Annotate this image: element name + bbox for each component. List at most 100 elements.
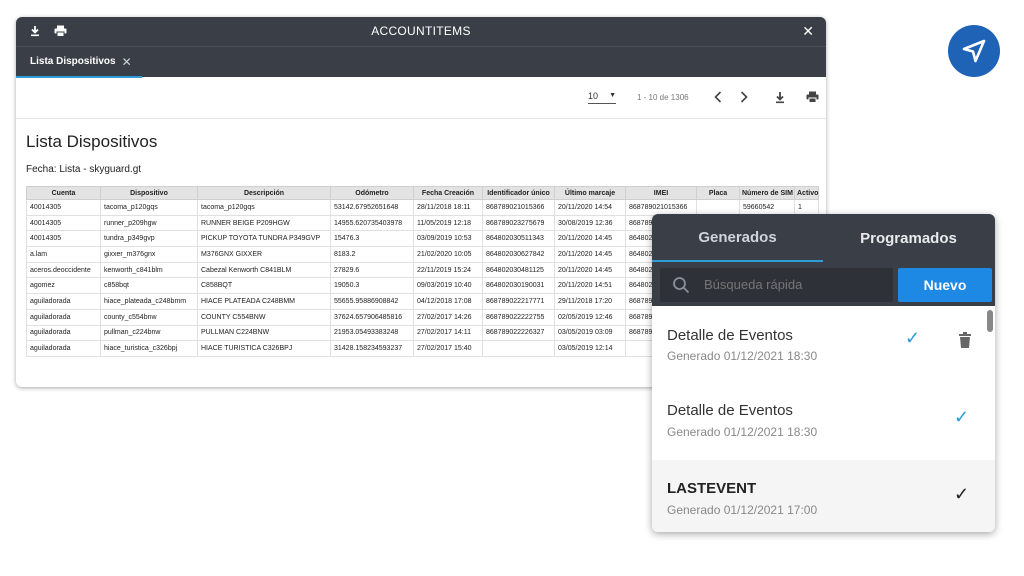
table-cell: 27/02/2017 14:26 (413, 308, 483, 326)
tab-bar: Lista Dispositivos ✕ (16, 46, 826, 78)
table-cell (482, 340, 555, 357)
window-title: ACCOUNTITEMS (371, 24, 471, 38)
search-input[interactable] (704, 277, 884, 292)
table-cell: PICKUP TOYOTA TUNDRA P349GVP (197, 230, 331, 248)
previous-page-icon[interactable] (711, 89, 725, 105)
table-cell: aguiladorada (26, 340, 101, 357)
table-cell: 03/05/2019 03:09 (554, 324, 626, 342)
table-cell: HIACE TURISTICA C326BPJ (197, 340, 331, 357)
table-cell: 09/03/2019 10:40 (413, 277, 483, 295)
reports-panel: Generados Programados Nuevo Detalle de E… (652, 214, 995, 532)
table-cell: tacoma_p120gqs (100, 199, 198, 216)
list-item[interactable]: Detalle de Eventos Generado 01/12/2021 1… (652, 383, 995, 460)
table-cell: 868789022226327 (482, 324, 555, 342)
page-size-select[interactable]: 10 ▼ (588, 91, 616, 104)
table-cell: c858bqt (100, 277, 198, 295)
table-cell: 20/11/2020 14:45 (554, 246, 626, 263)
table-row: 40014305 tacoma_p120gqs tacoma_p120gqs 5314… (26, 199, 819, 216)
table-cell: 20/11/2020 14:54 (554, 199, 626, 216)
report-generated: Generado 01/12/2021 18:30 (667, 425, 818, 439)
column-header: Número de SIM (739, 186, 795, 200)
table-cell: 29/11/2018 17:20 (554, 293, 626, 310)
table-cell: 868789023275679 (482, 214, 555, 232)
table-cell: 40014305 (26, 214, 101, 232)
tab-lista-dispositivos[interactable]: Lista Dispositivos ✕ (16, 47, 142, 78)
table-cell: 03/09/2019 10:53 (413, 230, 483, 248)
table-cell: agomez (26, 277, 101, 295)
table-cell: 868789021015366 (482, 199, 555, 216)
column-header: Placa (696, 186, 740, 200)
tab-programados[interactable]: Programados (823, 214, 994, 262)
table-cell: HIACE PLATEADA C248BMM (197, 293, 331, 310)
title-bar: ACCOUNTITEMS ✕ (16, 17, 826, 46)
table-cell: 53142.67952651648 (330, 199, 414, 216)
column-header: Odómetro (330, 186, 414, 200)
tab-generados[interactable]: Generados (652, 214, 823, 262)
table-cell: tacoma_p120gqs (197, 199, 331, 216)
table-cell (696, 199, 740, 216)
table-cell: 868789022217771 (482, 293, 555, 310)
table-cell: 868789022222755 (482, 308, 555, 326)
table-cell: aguiladorada (26, 293, 101, 310)
table-cell: 27/02/2017 15:40 (413, 340, 483, 357)
table-cell: 21/02/2020 10:05 (413, 246, 483, 263)
table-cell: Cabezal Kenworth C841BLM (197, 261, 331, 279)
column-header: Último marcaje (554, 186, 626, 200)
table-cell: 37624.657906485816 (330, 308, 414, 326)
report-print-icon[interactable] (805, 89, 819, 105)
search-icon (672, 276, 690, 294)
table-cell: 28/11/2018 18:11 (413, 199, 483, 216)
table-cell: hiace_plateada_c248bmm (100, 293, 198, 310)
table-cell: M376GNX GIXXER (197, 246, 331, 263)
table-cell: 19050.3 (330, 277, 414, 295)
table-cell: gixxer_m376gnx (100, 246, 198, 263)
close-icon[interactable]: ✕ (802, 23, 814, 40)
table-cell: tundra_p349gvp (100, 230, 198, 248)
table-cell: 21953.05493383248 (330, 324, 414, 342)
table-cell: 59660542 (739, 199, 795, 216)
table-cell: 864802030481125 (482, 261, 555, 279)
scrollbar[interactable] (987, 310, 993, 332)
table-cell: 55655.95886908842 (330, 293, 414, 310)
trash-icon[interactable] (958, 332, 972, 354)
column-header: Identificador único (482, 186, 555, 200)
new-button[interactable]: Nuevo (898, 268, 992, 302)
table-cell: 868789021015366 (625, 199, 697, 216)
check-icon: ✓ (954, 407, 970, 427)
table-cell: PULLMAN C224BNW (197, 324, 331, 342)
table-cell: runner_p209hgw (100, 214, 198, 232)
check-icon: ✓ (905, 328, 921, 348)
column-header: Descripción (197, 186, 331, 200)
table-cell: 864802030190031 (482, 277, 555, 295)
report-date: Fecha: Lista - skyguard.gt (26, 164, 142, 175)
report-name: Detalle de Eventos (667, 327, 793, 344)
export-download-icon[interactable] (773, 89, 787, 105)
table-cell: 03/05/2019 12:14 (554, 340, 626, 357)
table-cell: 30/08/2019 12:36 (554, 214, 626, 232)
column-header: Activo (794, 186, 819, 200)
search-box (660, 268, 893, 302)
table-cell: 11/05/2019 12:18 (413, 214, 483, 232)
column-header: Fecha Creación (413, 186, 483, 200)
chevron-down-icon: ▼ (609, 92, 616, 99)
table-cell: RUNNER BEIGE P209HGW (197, 214, 331, 232)
table-cell: 22/11/2019 15:24 (413, 261, 483, 279)
table-cell: 864802030627842 (482, 246, 555, 263)
column-header: IMEI (625, 186, 697, 200)
column-header: Dispositivo (100, 186, 198, 200)
list-item[interactable]: Detalle de Eventos Generado 01/12/2021 1… (652, 306, 995, 383)
table-cell: 40014305 (26, 230, 101, 248)
list-item[interactable]: LASTEVENT Generado 01/12/2021 17:00 ✓ (652, 460, 995, 532)
table-header-row: Cuenta Dispositivo Descripción Odómetro Fech… (26, 186, 819, 200)
check-icon: ✓ (954, 484, 970, 504)
table-cell: C858BQT (197, 277, 331, 295)
tab-label: Lista Dispositivos (30, 56, 116, 67)
report-name: Detalle de Eventos (667, 402, 793, 419)
table-cell: 20/11/2020 14:45 (554, 261, 626, 279)
tab-close-icon[interactable]: ✕ (122, 55, 132, 69)
next-page-icon[interactable] (737, 89, 751, 105)
table-cell: 27829.6 (330, 261, 414, 279)
table-cell: 864802030511343 (482, 230, 555, 248)
report-generated: Generado 01/12/2021 18:30 (667, 349, 818, 363)
column-header: Cuenta (26, 186, 101, 200)
